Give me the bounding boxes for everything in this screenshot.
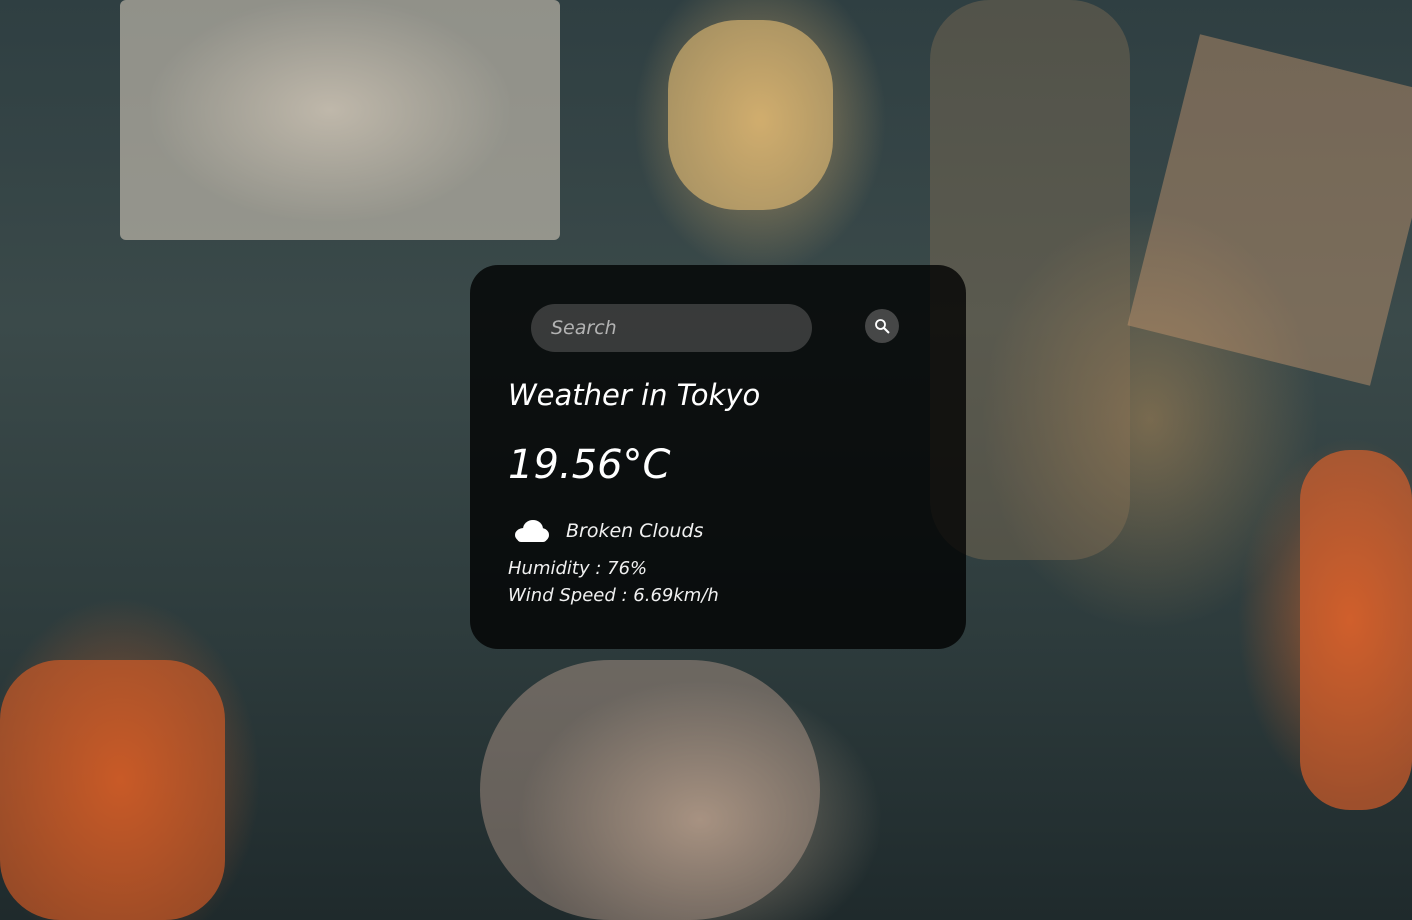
city-title: Weather in Tokyo — [508, 378, 761, 412]
search-bar — [531, 304, 901, 352]
humidity-label: Humidity : — [508, 558, 608, 579]
blossoms-bottom — [480, 660, 820, 920]
wind-label: Wind Speed : — [508, 585, 634, 606]
condition-row: Broken Clouds — [510, 513, 703, 549]
signboard-right — [1127, 34, 1412, 386]
lantern-top-center — [668, 20, 833, 210]
cloud-icon — [510, 513, 552, 549]
condition-description: Broken Clouds — [566, 520, 704, 542]
search-icon — [875, 319, 890, 334]
lantern-right — [1300, 450, 1412, 810]
lantern-left — [0, 660, 225, 920]
humidity: Humidity : 76% — [508, 557, 647, 581]
weather-card: Weather in Tokyo 19.56°C Broken Clouds H… — [470, 265, 966, 649]
search-input[interactable] — [531, 304, 812, 352]
temperature: 19.56°C — [508, 442, 671, 488]
signboard-top-left — [120, 0, 560, 240]
wind-value: 6.69km/h — [633, 585, 719, 606]
humidity-value: 76% — [607, 558, 648, 579]
wind-speed: Wind Speed : 6.69km/h — [508, 584, 719, 608]
search-button[interactable] — [865, 309, 899, 343]
